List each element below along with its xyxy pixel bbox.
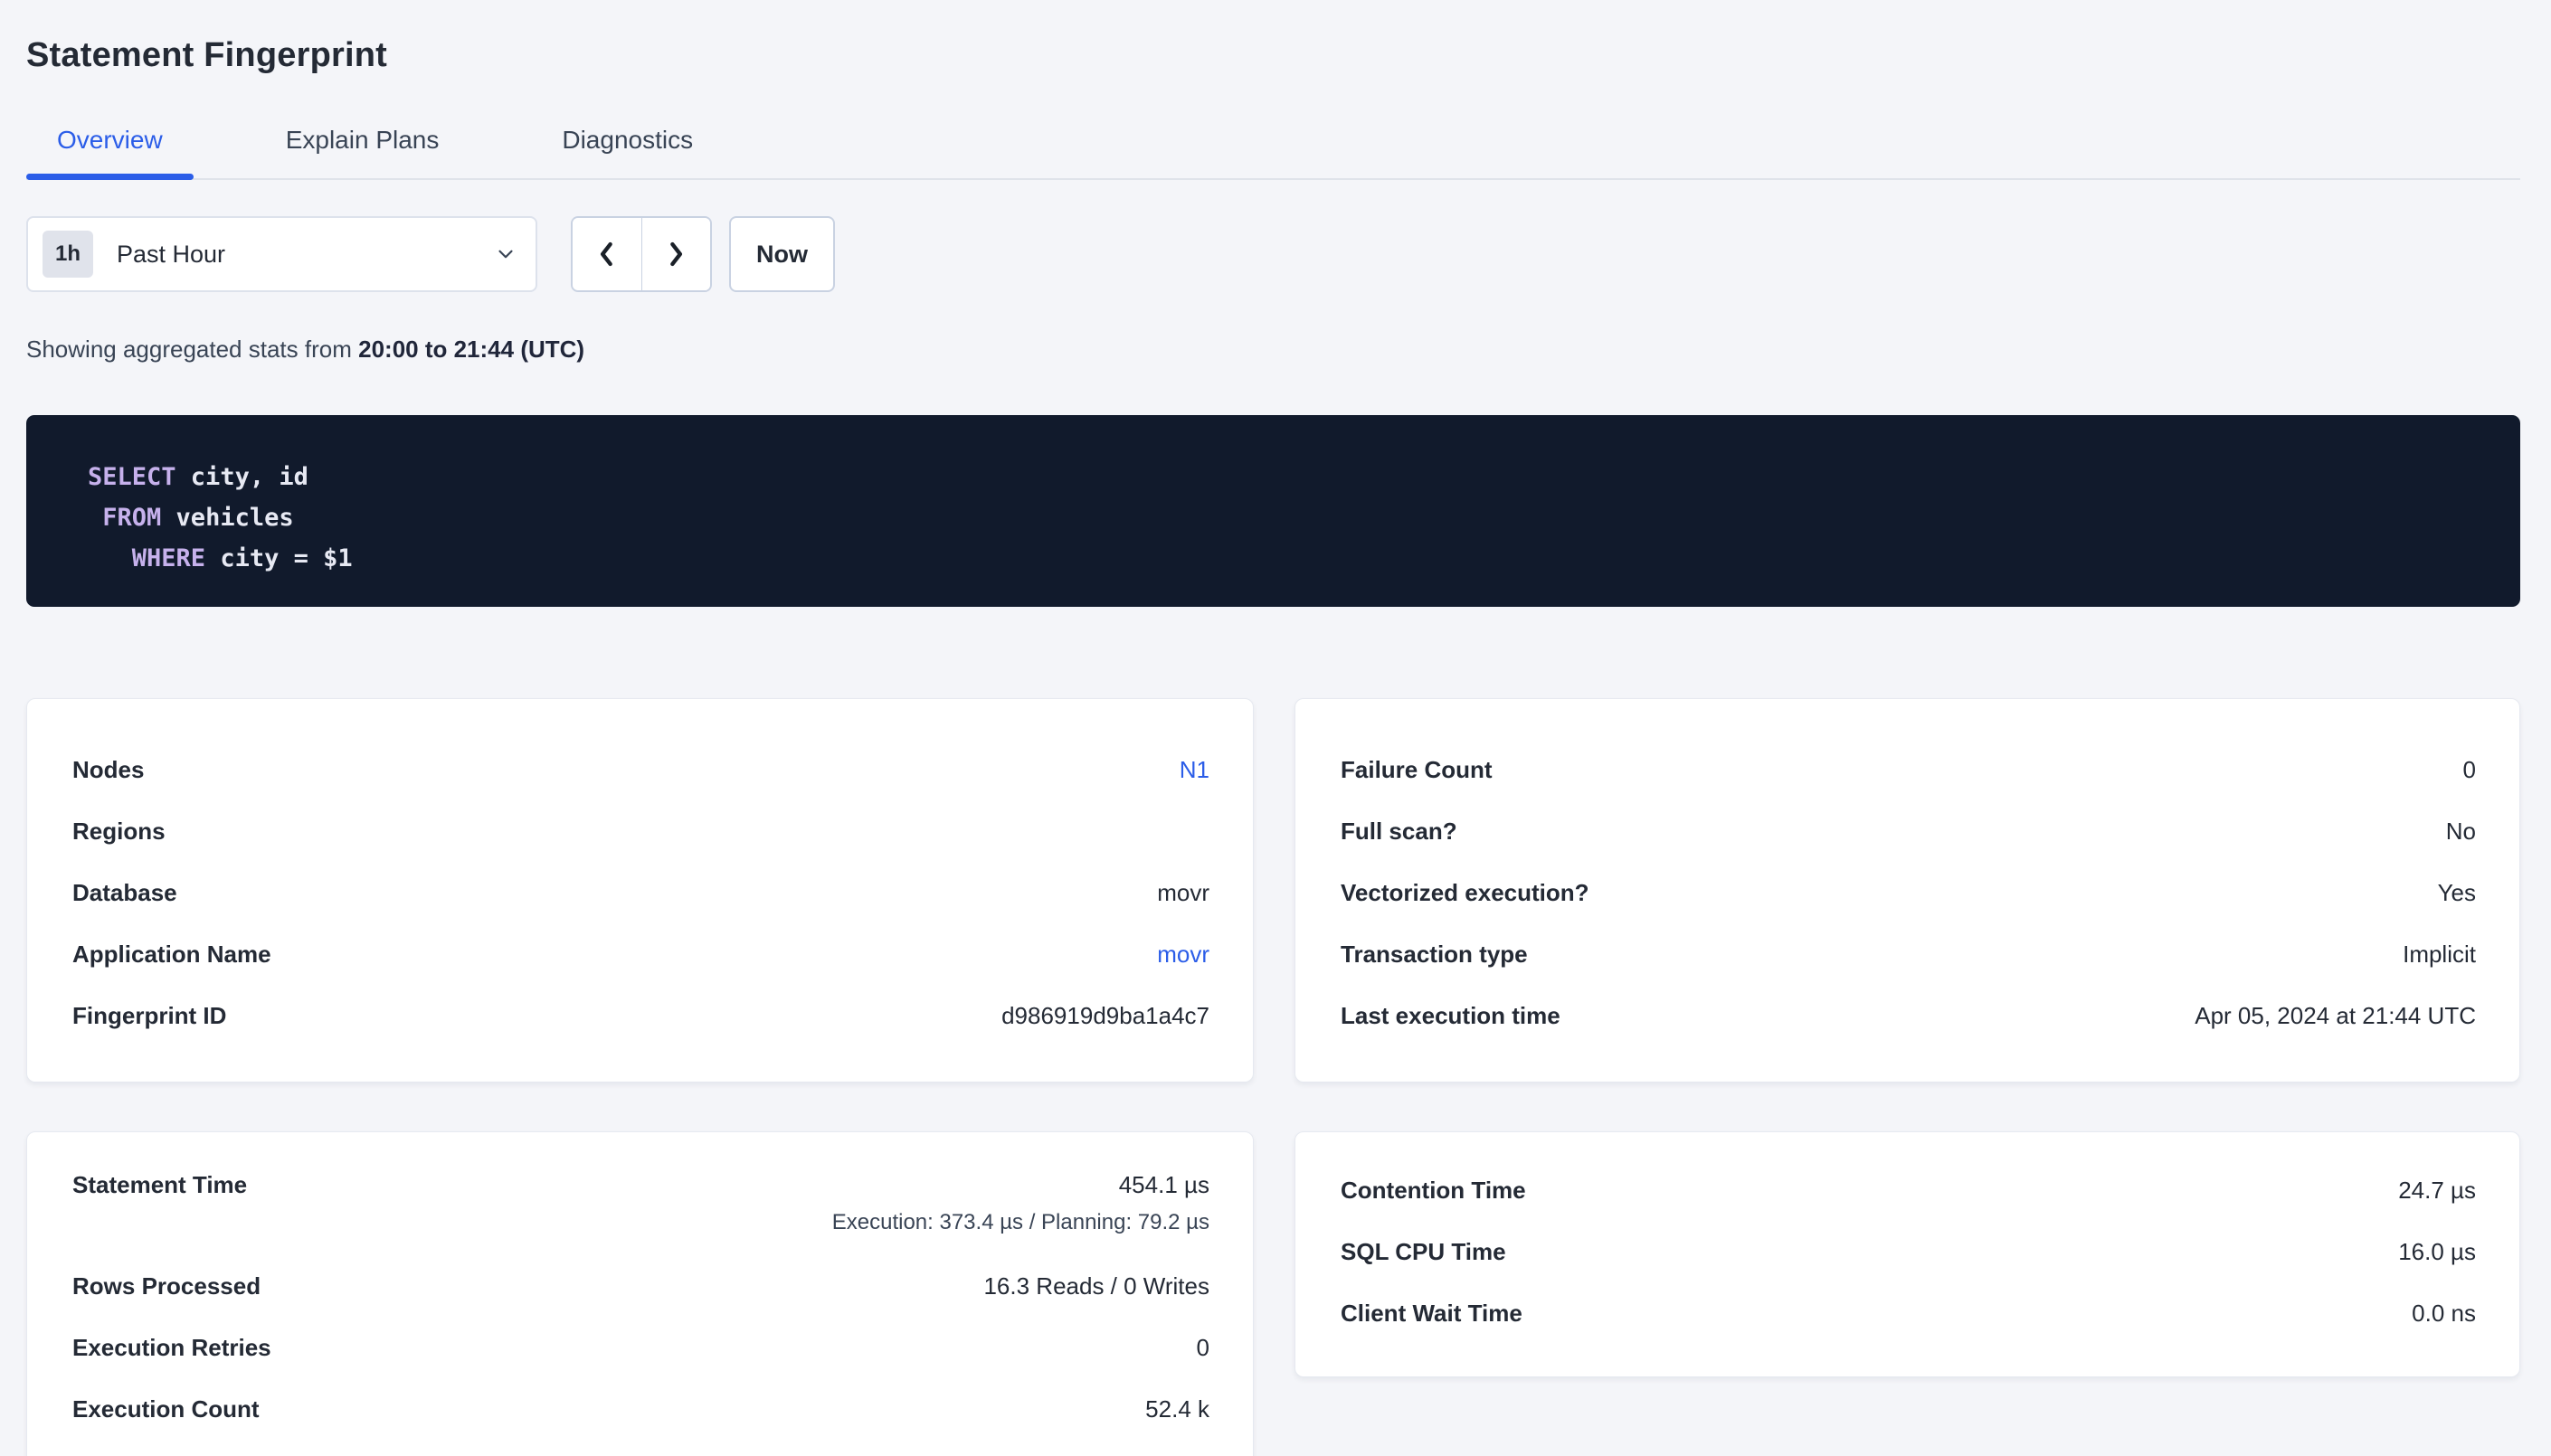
statement-time-label: Statement Time	[72, 1165, 247, 1205]
sql-cpu-time-row: SQL CPU Time 16.0 µs	[1341, 1221, 2476, 1282]
nodes-link[interactable]: N1	[1180, 756, 1209, 784]
chevron-right-icon	[662, 239, 689, 269]
stats-line-prefix: Showing aggregated stats from	[26, 336, 352, 363]
client-wait-time-row: Client Wait Time 0.0 ns	[1341, 1282, 2476, 1344]
nodes-row: Nodes N1	[72, 739, 1209, 800]
regions-row: Regions	[72, 800, 1209, 862]
execution-count-row: Execution Count 52.4 k	[72, 1378, 1209, 1440]
last-execution-time-label: Last execution time	[1341, 1002, 1560, 1030]
contention-time-label: Contention Time	[1341, 1177, 1526, 1205]
client-wait-time-value: 0.0 ns	[2412, 1300, 2476, 1328]
now-button[interactable]: Now	[729, 216, 835, 292]
rows-processed-row: Rows Processed 16.3 Reads / 0 Writes	[72, 1255, 1209, 1317]
client-wait-time-label: Client Wait Time	[1341, 1300, 1522, 1328]
next-range-button[interactable]	[642, 218, 711, 290]
stats-line-range: 20:00 to 21:44 (UTC)	[358, 336, 584, 363]
time-range-dropdown[interactable]: 1h Past Hour	[26, 216, 537, 292]
database-row: Database movr	[72, 862, 1209, 923]
vectorized-execution-value: Yes	[2438, 879, 2476, 907]
details-cards-row: Nodes N1 Regions Database movr Applicati…	[26, 698, 2520, 1083]
sql-fragment: city, id	[176, 463, 308, 491]
database-value: movr	[1157, 879, 1209, 907]
vectorized-execution-label: Vectorized execution?	[1341, 879, 1589, 907]
failure-count-row: Failure Count 0	[1341, 739, 2476, 800]
statement-details-card: Nodes N1 Regions Database movr Applicati…	[26, 698, 1254, 1083]
failure-count-label: Failure Count	[1341, 756, 1493, 784]
rows-processed-label: Rows Processed	[72, 1272, 261, 1300]
transaction-type-label: Transaction type	[1341, 941, 1528, 969]
regions-label: Regions	[72, 818, 166, 846]
sql-indent	[88, 544, 132, 572]
transaction-type-row: Transaction type Implicit	[1341, 923, 2476, 985]
application-name-row: Application Name movr	[72, 923, 1209, 985]
statement-time-row: Statement Time 454.1 µs Execution: 373.4…	[72, 1165, 1209, 1255]
application-name-label: Application Name	[72, 941, 271, 969]
statement-time-values: 454.1 µs Execution: 373.4 µs / Planning:…	[832, 1165, 1209, 1240]
fingerprint-id-row: Fingerprint ID d986919d9ba1a4c7	[72, 985, 1209, 1046]
tab-bar: Overview Explain Plans Diagnostics	[26, 126, 2520, 180]
nodes-label: Nodes	[72, 756, 144, 784]
full-scan-row: Full scan? No	[1341, 800, 2476, 862]
time-range-arrows	[571, 216, 712, 292]
execution-retries-row: Execution Retries 0	[72, 1317, 1209, 1378]
sql-fragment: vehicles	[161, 504, 293, 532]
fingerprint-id-value: d986919d9ba1a4c7	[1001, 1002, 1209, 1030]
application-name-link[interactable]: movr	[1157, 941, 1209, 969]
time-toolbar: 1h Past Hour Now	[26, 216, 2520, 292]
tab-explain-plans[interactable]: Explain Plans	[255, 126, 470, 178]
resource-usage-card: Contention Time 24.7 µs SQL CPU Time 16.…	[1294, 1131, 2520, 1377]
time-range-badge: 1h	[43, 231, 93, 278]
chevron-down-icon	[494, 242, 517, 266]
statement-time-breakdown: Execution: 373.4 µs / Planning: 79.2 µs	[832, 1205, 1209, 1240]
sql-statement-text: SELECT city, id FROM vehicles WHERE city…	[88, 457, 2484, 579]
vectorized-execution-row: Vectorized execution? Yes	[1341, 862, 2476, 923]
sql-statement-box: SELECT city, id FROM vehicles WHERE city…	[26, 415, 2520, 607]
tab-diagnostics[interactable]: Diagnostics	[531, 126, 724, 178]
sql-cpu-time-value: 16.0 µs	[2398, 1238, 2476, 1266]
previous-range-button[interactable]	[573, 218, 642, 290]
rows-processed-value: 16.3 Reads / 0 Writes	[983, 1272, 1209, 1300]
tab-overview[interactable]: Overview	[26, 126, 194, 178]
time-range-label: Past Hour	[117, 241, 494, 269]
last-execution-time-row: Last execution time Apr 05, 2024 at 21:4…	[1341, 985, 2476, 1046]
sql-keyword: SELECT	[88, 463, 176, 491]
last-execution-time-value: Apr 05, 2024 at 21:44 UTC	[2195, 1002, 2476, 1030]
fingerprint-id-label: Fingerprint ID	[72, 1002, 226, 1030]
statement-time-value: 454.1 µs	[1119, 1165, 1209, 1205]
execution-count-label: Execution Count	[72, 1395, 260, 1423]
sql-keyword: WHERE	[132, 544, 205, 572]
contention-time-row: Contention Time 24.7 µs	[1341, 1159, 2476, 1221]
page-title: Statement Fingerprint	[26, 36, 2520, 75]
sql-keyword: FROM	[102, 504, 161, 532]
chevron-left-icon	[593, 239, 621, 269]
statement-timings-card: Statement Time 454.1 µs Execution: 373.4…	[26, 1131, 1254, 1456]
aggregated-stats-line: Showing aggregated stats from 20:00 to 2…	[26, 336, 2520, 364]
page-content: Statement Fingerprint Overview Explain P…	[0, 0, 2520, 1456]
contention-time-value: 24.7 µs	[2398, 1177, 2476, 1205]
failure-count-value: 0	[2463, 756, 2476, 784]
full-scan-label: Full scan?	[1341, 818, 1457, 846]
timing-cards-row: Statement Time 454.1 µs Execution: 373.4…	[26, 1131, 2520, 1456]
sql-indent	[88, 504, 102, 532]
execution-retries-value: 0	[1197, 1334, 1209, 1362]
database-label: Database	[72, 879, 177, 907]
full-scan-value: No	[2446, 818, 2476, 846]
sql-fragment: city = $1	[205, 544, 353, 572]
sql-cpu-time-label: SQL CPU Time	[1341, 1238, 1506, 1266]
execution-retries-label: Execution Retries	[72, 1334, 271, 1362]
statement-fingerprint-page: Statement Fingerprint Overview Explain P…	[0, 0, 2551, 1456]
transaction-type-value: Implicit	[2403, 941, 2476, 969]
statement-attributes-card: Failure Count 0 Full scan? No Vectorized…	[1294, 698, 2520, 1083]
execution-count-value: 52.4 k	[1145, 1395, 1209, 1423]
